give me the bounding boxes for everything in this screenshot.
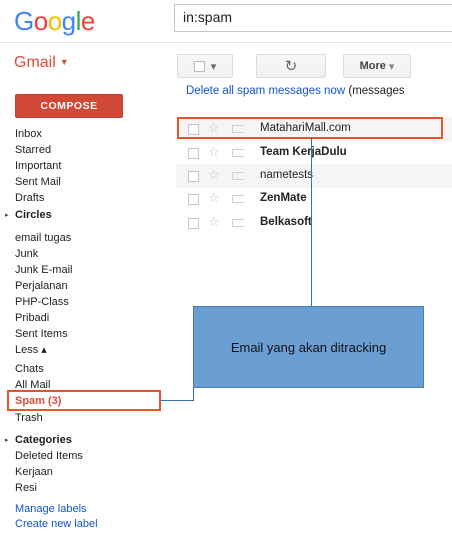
sidebar-item-kerjaan[interactable]: Kerjaan xyxy=(15,464,53,480)
message-row[interactable]: ☆ ZenMate xyxy=(176,187,452,211)
sidebar-item-resi[interactable]: Resi xyxy=(15,480,37,496)
message-row[interactable]: ☆ Belkasoft xyxy=(176,211,452,235)
important-marker-icon[interactable] xyxy=(232,172,244,180)
row-checkbox[interactable] xyxy=(188,218,199,229)
highlight-box-message xyxy=(177,117,443,139)
logo-letter: o xyxy=(47,6,62,36)
search-input[interactable]: in:spam xyxy=(174,4,452,32)
select-button[interactable]: ▾ xyxy=(177,54,233,78)
sidebar-item-perjalanan[interactable]: Perjalanan xyxy=(15,278,68,294)
chevron-right-icon[interactable]: ▸ xyxy=(5,211,9,219)
header-divider xyxy=(0,42,452,43)
important-marker-icon[interactable] xyxy=(232,195,244,203)
delete-all-spam-link[interactable]: Delete all spam messages now xyxy=(186,85,345,97)
connector-line xyxy=(161,400,193,401)
gmail-label-text: Gmail xyxy=(14,54,56,71)
sidebar-item-sent-mail[interactable]: Sent Mail xyxy=(15,174,61,190)
manage-labels-link[interactable]: Manage labels xyxy=(15,501,87,517)
important-marker-icon[interactable] xyxy=(232,219,244,227)
message-sender: Belkasoft xyxy=(260,216,312,228)
star-icon[interactable]: ☆ xyxy=(208,214,220,230)
message-sender: nametests xyxy=(260,169,314,181)
sidebar-item-categories[interactable]: Categories xyxy=(15,432,72,448)
message-row[interactable]: ☆ nametests xyxy=(176,164,452,188)
sidebar-item-circles[interactable]: Circles xyxy=(15,207,52,223)
row-checkbox[interactable] xyxy=(188,194,199,205)
chevron-down-icon: ▼ xyxy=(59,57,69,67)
sidebar-item-less[interactable]: Less ▴ xyxy=(15,342,47,358)
sidebar-item-trash[interactable]: Trash xyxy=(15,410,43,426)
refresh-button[interactable]: ↻ xyxy=(256,54,326,78)
spam-notice: Delete all spam messages now (messages xyxy=(186,85,405,97)
compose-button[interactable]: COMPOSE xyxy=(15,94,123,118)
checkbox-icon xyxy=(193,60,205,72)
sidebar-item-sent-items[interactable]: Sent Items xyxy=(15,326,68,342)
more-label: More xyxy=(359,60,386,72)
sidebar-item-pribadi[interactable]: Pribadi xyxy=(15,310,49,326)
sidebar-item-starred[interactable]: Starred xyxy=(15,142,51,158)
logo-letter: g xyxy=(61,6,76,36)
row-checkbox[interactable] xyxy=(188,148,199,159)
chevron-down-icon: ▾ xyxy=(210,60,217,73)
logo-letter: G xyxy=(14,6,34,36)
logo-letter: o xyxy=(33,6,48,36)
row-checkbox[interactable] xyxy=(188,171,199,182)
sidebar-item-junk-e-mail[interactable]: Junk E-mail xyxy=(15,262,72,278)
sidebar-item-deleted-items[interactable]: Deleted Items xyxy=(15,448,83,464)
more-button[interactable]: More ▾ xyxy=(343,54,411,78)
sidebar-item-php-class[interactable]: PHP-Class xyxy=(15,294,69,310)
sidebar-item-junk[interactable]: Junk xyxy=(15,246,38,262)
callout-note: Email yang akan ditracking xyxy=(193,306,424,388)
chevron-right-icon[interactable]: ▸ xyxy=(5,436,9,444)
sidebar-item-important[interactable]: Important xyxy=(15,158,61,174)
highlight-box-spam xyxy=(7,390,161,411)
message-sender: ZenMate xyxy=(260,192,307,204)
logo-letter: e xyxy=(80,6,95,36)
star-icon[interactable]: ☆ xyxy=(208,167,220,183)
create-new-label-link[interactable]: Create new label xyxy=(15,516,98,532)
star-icon[interactable]: ☆ xyxy=(208,190,220,206)
sidebar-item-inbox[interactable]: Inbox xyxy=(15,126,42,142)
gmail-app-switcher[interactable]: Gmail ▼ xyxy=(14,54,69,72)
message-row[interactable]: ☆ Team KerjaDulu xyxy=(176,141,452,165)
sidebar-item-drafts[interactable]: Drafts xyxy=(15,190,44,206)
sidebar-item-chats[interactable]: Chats xyxy=(15,361,44,377)
connector-line xyxy=(311,138,312,306)
message-sender: Team KerjaDulu xyxy=(260,146,347,158)
connector-line xyxy=(193,388,194,401)
star-icon[interactable]: ☆ xyxy=(208,144,220,160)
google-logo[interactable]: Google xyxy=(14,6,95,36)
sidebar-item-email-tugas[interactable]: email tugas xyxy=(15,230,71,246)
chevron-down-icon: ▾ xyxy=(388,60,395,73)
important-marker-icon[interactable] xyxy=(232,149,244,157)
spam-notice-rest: (messages xyxy=(345,85,405,97)
refresh-icon: ↻ xyxy=(284,58,298,75)
